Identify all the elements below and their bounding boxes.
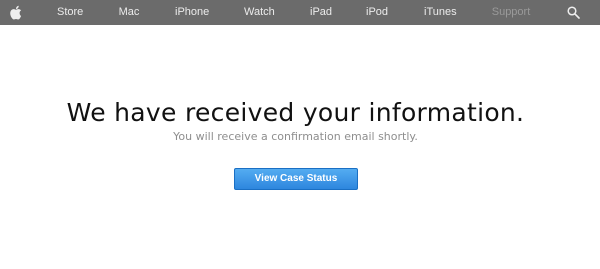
nav-itunes[interactable]: iTunes [424, 0, 457, 25]
global-nav: Store Mac iPhone Watch iPad iPod iTunes … [0, 0, 600, 25]
nav-ipod[interactable]: iPod [366, 0, 388, 25]
confirmation-subtext: You will receive a confirmation email sh… [173, 130, 418, 143]
nav-watch[interactable]: Watch [244, 0, 275, 25]
nav-iphone[interactable]: iPhone [175, 0, 209, 25]
nav-mac[interactable]: Mac [117, 0, 141, 25]
nav-store[interactable]: Store [57, 0, 83, 25]
confirmation-headline: We have received your information. [66, 98, 525, 127]
apple-logo-icon[interactable] [9, 5, 22, 20]
search-icon[interactable] [567, 6, 580, 19]
view-case-status-button[interactable]: View Case Status [234, 168, 358, 190]
nav-support[interactable]: Support [491, 0, 531, 25]
nav-ipad[interactable]: iPad [310, 0, 332, 25]
